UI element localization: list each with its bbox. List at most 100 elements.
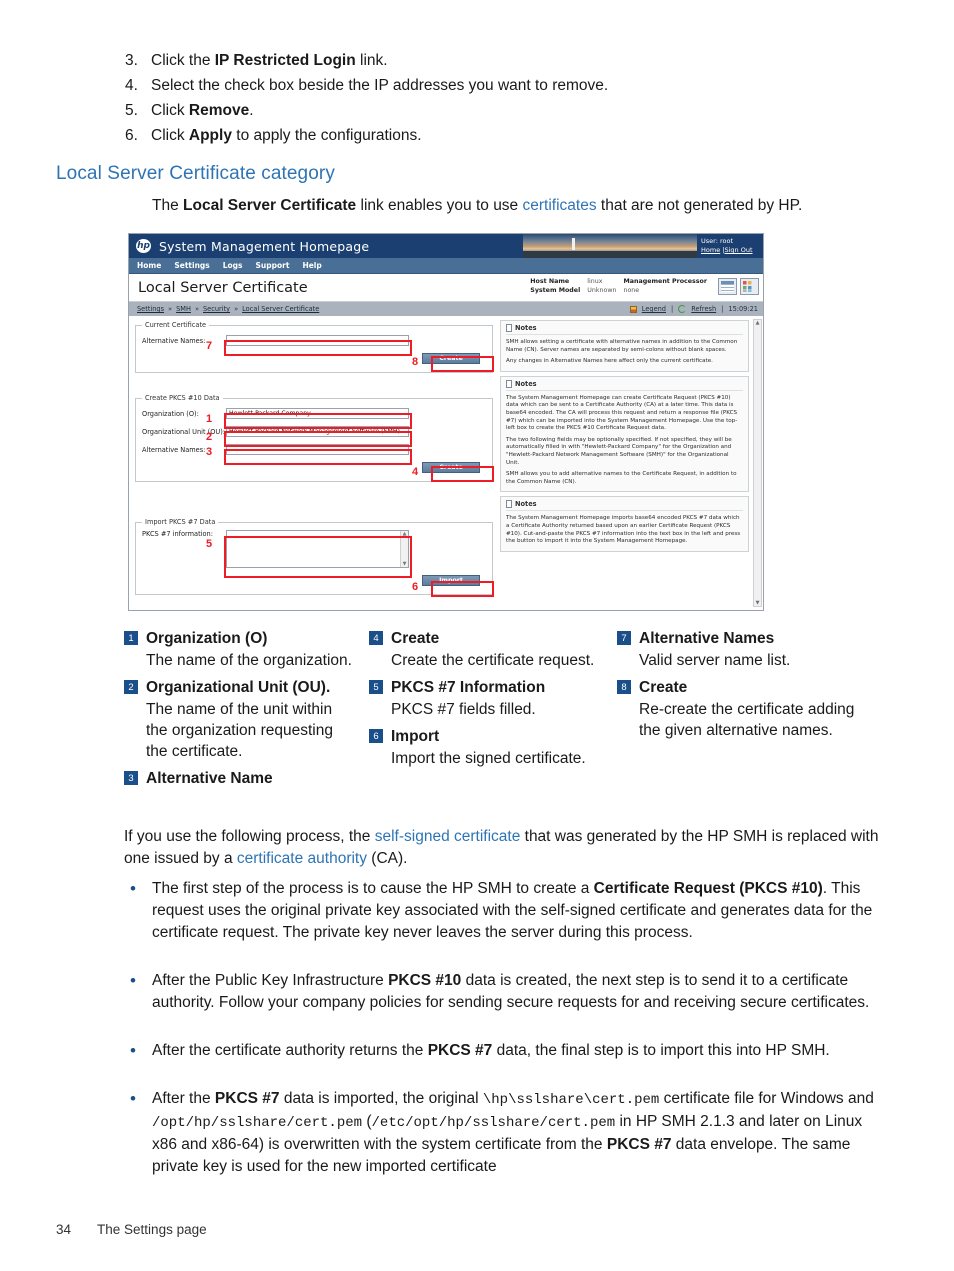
smh-body: Current Certificate Alternative Names: C…	[129, 316, 763, 610]
bullet-4-seg-3: data is imported, the original	[279, 1090, 483, 1107]
legend-item: 3 Alternative Name	[124, 768, 357, 789]
annotation-box-2	[224, 431, 412, 447]
step-text: Click Apply to apply the configurations.	[151, 127, 422, 144]
bullet-4-path-3: /etc/opt/hp/sslshare/cert.pem	[371, 1115, 616, 1131]
legend-item: 8 Create	[617, 677, 865, 698]
legend-title-6: Import	[391, 728, 440, 745]
notes-header: Notes	[506, 379, 743, 391]
bullet-4-path-1: \hp\sslshare\cert.pem	[482, 1092, 660, 1108]
scroll-down-arrow[interactable]: ▼	[756, 600, 760, 606]
breadcrumb-actions: Legend | Refresh | 15:09:21	[629, 302, 758, 316]
page-scrollbar[interactable]: ▲ ▼	[753, 319, 762, 607]
note-page-icon	[506, 324, 512, 332]
certificate-authority-link[interactable]: certificate authority	[237, 850, 367, 867]
sign-out-link[interactable]: Sign Out	[724, 246, 752, 254]
legend-column-1: 1 Organization (O) The name of the organ…	[124, 628, 369, 790]
notes-title: Notes	[515, 379, 537, 388]
bullet-text-3: After the certificate authority returns …	[152, 1040, 886, 1062]
separator: |	[671, 305, 674, 313]
scroll-up-arrow[interactable]: ▲	[756, 320, 760, 326]
notes-panel-2: Notes The System Management Homepage can…	[500, 375, 749, 493]
bullet-4-seg-2: PKCS #7	[214, 1090, 280, 1107]
annotation-box-7	[224, 340, 412, 356]
bullet-1-seg-1: The first step of the process is to caus…	[152, 880, 594, 897]
intro-bold: Local Server Certificate	[183, 197, 357, 214]
bullet-3-seg-1: After the certificate authority returns …	[152, 1042, 428, 1059]
breadcrumb-item-settings[interactable]: Settings	[137, 305, 164, 313]
bullet-4-seg-10: PKCS #7	[606, 1136, 672, 1153]
notes-2-paragraph-2: The two following fields may be optional…	[506, 436, 732, 466]
annotation-number-7: 7	[206, 340, 213, 352]
mgmt-processor-value: none	[623, 287, 640, 294]
bullet-4-seg-1: After the	[152, 1090, 215, 1107]
annotation-number-1: 1	[206, 413, 213, 425]
step-text: Click Remove.	[151, 102, 254, 119]
legend-badge-1: 1	[124, 631, 138, 645]
bullet-text-4: After the PKCS #7 data is imported, the …	[152, 1088, 886, 1178]
self-signed-certificate-link[interactable]: self-signed certificate	[375, 828, 521, 845]
bullet-2-seg-1: After the Public Key Infrastructure	[152, 972, 389, 989]
legend-item: 4 Create	[369, 628, 605, 649]
bullet-3-seg-3: data, the final step is to import this i…	[492, 1042, 830, 1059]
refresh-link[interactable]: Refresh	[691, 305, 716, 313]
breadcrumb-item-security[interactable]: Security	[203, 305, 230, 313]
notes-title: Notes	[515, 324, 537, 332]
step-number: 6.	[125, 127, 138, 144]
nav-item-help[interactable]: Help	[302, 261, 321, 270]
annotation-number-3: 3	[206, 446, 213, 458]
certificates-link[interactable]: certificates	[523, 197, 597, 214]
create-pkcs10-legend: Create PKCS #10 Data	[145, 394, 220, 402]
system-model-value: Unknown	[587, 287, 617, 294]
legend-title-1: Organization (O)	[146, 630, 268, 647]
pkcs7-info-label: PKCS #7 information:	[142, 530, 213, 538]
legend-item: 6 Import	[369, 726, 605, 747]
separator: |	[721, 305, 724, 313]
breadcrumb-item-smh[interactable]: SMH	[176, 305, 191, 313]
alt-names-label: Alternative Names:	[142, 336, 206, 345]
notes-header: Notes	[506, 500, 743, 512]
smh-page-title: Local Server Certificate	[138, 279, 308, 296]
list-view-icon[interactable]	[718, 278, 737, 295]
annotation-number-4: 4	[412, 466, 419, 478]
nav-item-home[interactable]: Home	[137, 261, 161, 270]
step-text: Select the check box beside the IP addre…	[151, 77, 609, 94]
breadcrumb-item-local-server-certificate[interactable]: Local Server Certificate	[242, 305, 319, 313]
legend-title-8: Create	[639, 679, 688, 696]
banner-image	[523, 234, 698, 258]
annotation-number-6: 6	[412, 581, 419, 593]
bullet-item-4: • After the PKCS #7 data is imported, th…	[124, 1088, 886, 1178]
host-info: Host Name System Model linux Unknown Man…	[530, 277, 707, 295]
list-item: 5. Click Remove.	[125, 98, 885, 123]
bullet-4-seg-5: certificate file for Windows and	[659, 1090, 874, 1107]
import-pkcs7-pane: Import PKCS #7 Data PKCS #7 information:…	[135, 518, 494, 597]
smh-top-bar: hp System Management Homepage User: root…	[129, 234, 763, 258]
bullet-dot-icon: •	[130, 1089, 136, 1108]
bullet-4-path-2: /opt/hp/sslshare/cert.pem	[152, 1115, 363, 1131]
notes-3-paragraph-1: The System Management Homepage imports b…	[506, 515, 741, 545]
legend-link[interactable]: Legend	[642, 305, 666, 313]
home-link[interactable]: Home	[701, 246, 720, 254]
process-text-3: (CA).	[366, 850, 408, 867]
legend-title-7: Alternative Names	[639, 630, 775, 647]
bullet-item-3: • After the certificate authority return…	[124, 1040, 886, 1062]
legend-item: 7 Alternative Names	[617, 628, 865, 649]
list-item: 3. Click the IP Restricted Login link.	[125, 48, 885, 73]
nav-item-logs[interactable]: Logs	[223, 261, 243, 270]
legend-title-3: Alternative Name	[146, 770, 273, 787]
bullet-item-1: • The first step of the process is to ca…	[124, 878, 886, 944]
host-name-label: Host Name	[530, 278, 570, 285]
legend-item: 5 PKCS #7 Information	[369, 677, 605, 698]
nav-item-support[interactable]: Support	[256, 261, 290, 270]
legend-desc-7: Valid server name list.	[639, 652, 791, 669]
nav-item-settings[interactable]: Settings	[174, 261, 209, 270]
hp-logo-icon: hp	[136, 239, 151, 253]
pkcs10-alt-names-label: Alternative Names:	[142, 445, 206, 454]
bullet-text-1: The first step of the process is to caus…	[152, 878, 886, 944]
legend-desc-1: The name of the organization.	[146, 652, 352, 669]
bullet-item-2: • After the Public Key Infrastructure PK…	[124, 970, 886, 1014]
grid-view-icon[interactable]	[740, 278, 759, 295]
bullet-1-seg-2: Certificate Request (PKCS #10)	[593, 880, 823, 897]
legend-badge-5: 5	[369, 680, 383, 694]
bullet-4-seg-7: (	[362, 1113, 372, 1130]
notes-column: Notes SMH allows setting a certificate w…	[497, 316, 763, 610]
